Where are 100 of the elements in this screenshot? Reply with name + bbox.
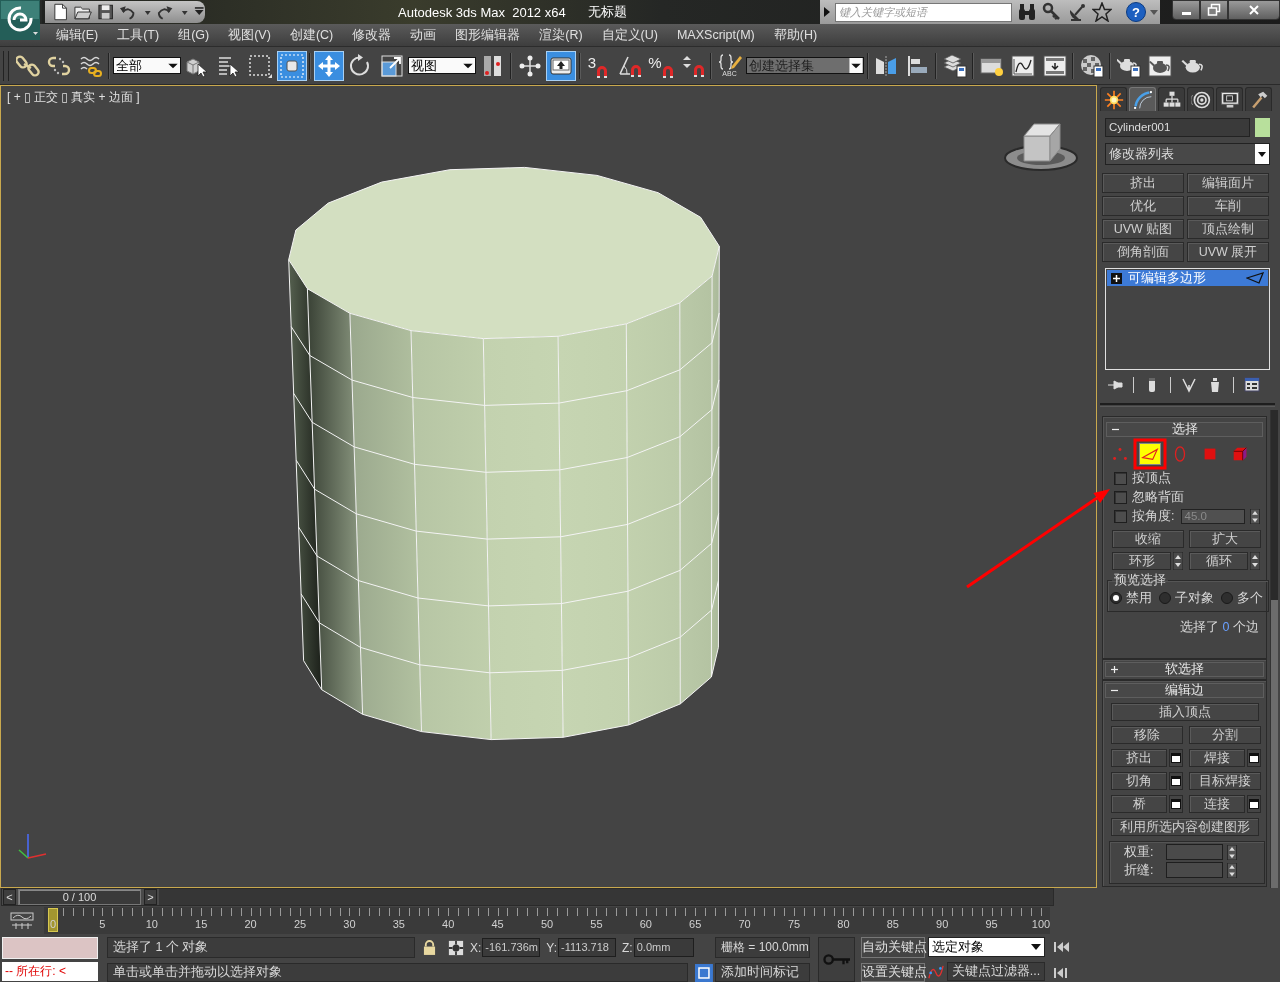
- expand-arrow-icon[interactable]: [824, 7, 830, 17]
- command-panel-tab[interactable]: [1216, 87, 1243, 111]
- settings-button[interactable]: [1247, 749, 1261, 767]
- menu-item[interactable]: 工具(T): [107, 26, 169, 44]
- plus-box-icon[interactable]: [1111, 272, 1122, 284]
- menu-item[interactable]: 图形编辑器: [445, 26, 530, 44]
- window-grid-icon[interactable]: [1244, 377, 1260, 393]
- modifier-button[interactable]: 挤出: [1102, 173, 1184, 193]
- listener-input-field[interactable]: [2, 937, 98, 959]
- checkbox-label[interactable]: 忽略背面: [1132, 489, 1184, 506]
- caret-icon[interactable]: [1150, 9, 1158, 15]
- modifier-button[interactable]: 编辑面片: [1187, 173, 1269, 193]
- padlock-icon[interactable]: [423, 940, 436, 955]
- input-field[interactable]: [1166, 862, 1223, 878]
- menu-item[interactable]: 编辑(E): [46, 26, 108, 44]
- rollout-header[interactable]: 编辑边: [1105, 683, 1264, 698]
- fork-icon[interactable]: [1181, 377, 1197, 393]
- viewport-label[interactable]: [ + ▯ 正交 ▯ 真实 + 边面 ]: [7, 89, 140, 106]
- spinner-arrows-icon[interactable]: [1227, 844, 1237, 860]
- key-mode-dropdown[interactable]: 选定对象: [928, 937, 1045, 957]
- object-color-swatch-icon[interactable]: [1255, 118, 1270, 137]
- menu-item[interactable]: 创建(C): [280, 26, 343, 44]
- settings-button[interactable]: [1169, 749, 1183, 767]
- subobject-level-button[interactable]: [1139, 443, 1161, 465]
- selection-filter-dropdown[interactable]: 全部: [112, 57, 181, 74]
- object-name-field[interactable]: Cylinder001: [1105, 118, 1250, 137]
- spinner-arrows-icon[interactable]: [1227, 862, 1237, 878]
- key-filters-button[interactable]: 关键点过滤器...: [947, 962, 1045, 981]
- modifier-stack-item[interactable]: 可编辑多边形: [1107, 270, 1268, 286]
- radio-button[interactable]: [1110, 592, 1122, 604]
- menu-item[interactable]: 帮助(H): [764, 26, 827, 44]
- time-slider-marker[interactable]: [48, 908, 58, 932]
- star-icon[interactable]: [1092, 2, 1112, 22]
- radio-label[interactable]: 子对象: [1175, 589, 1214, 607]
- checkbox[interactable]: [1114, 491, 1127, 504]
- modifier-list-dropdown[interactable]: 修改器列表: [1105, 143, 1270, 165]
- checkbox-label[interactable]: 按顶点: [1132, 470, 1171, 487]
- command-button[interactable]: 分割: [1189, 726, 1261, 744]
- modifier-button[interactable]: UVW 贴图: [1102, 219, 1184, 239]
- curve-ruler-icon[interactable]: [10, 911, 34, 930]
- menu-item[interactable]: 渲染(R): [529, 26, 593, 44]
- app-logo-icon[interactable]: [0, 0, 40, 40]
- settings-button[interactable]: [1169, 795, 1183, 813]
- checkbox[interactable]: [1114, 472, 1127, 485]
- menu-item[interactable]: 组(G): [168, 26, 219, 44]
- radio-label[interactable]: 多个: [1237, 589, 1263, 607]
- modifier-button[interactable]: 优化: [1102, 196, 1184, 216]
- settings-button[interactable]: [1247, 795, 1261, 813]
- coordinate-field[interactable]: -1113.718: [558, 938, 617, 957]
- scrollbar-thumb[interactable]: [1271, 410, 1278, 600]
- command-button[interactable]: 目标焊接: [1189, 772, 1261, 790]
- listener-output[interactable]: -- 所在行: <: [2, 962, 98, 981]
- square-frame-icon[interactable]: [695, 963, 713, 982]
- command-button[interactable]: 桥: [1111, 795, 1167, 813]
- menu-item[interactable]: 修改器: [342, 26, 401, 44]
- command-button[interactable]: 环形: [1112, 552, 1171, 570]
- menu-item[interactable]: 视图(V): [218, 26, 281, 44]
- coordinate-field[interactable]: -161.736m: [482, 938, 541, 957]
- menu-item[interactable]: 自定义(U): [592, 26, 668, 44]
- search-field[interactable]: 键入关键字或短语: [835, 2, 1012, 22]
- help-button[interactable]: ?: [1126, 2, 1146, 22]
- spinner-arrows-icon[interactable]: [1250, 552, 1260, 570]
- modifier-button[interactable]: UVW 展开: [1187, 242, 1269, 262]
- percent-snap-button[interactable]: %: [646, 50, 676, 81]
- command-button[interactable]: 循环: [1189, 552, 1248, 570]
- pin-icon[interactable]: [1107, 377, 1123, 393]
- command-panel-tab[interactable]: [1187, 87, 1214, 111]
- auto-key-button[interactable]: 自动关键点: [861, 937, 925, 958]
- command-panel-tab[interactable]: [1100, 87, 1127, 111]
- crosshair-square-icon[interactable]: [448, 939, 464, 956]
- set-key-button[interactable]: 设置关键点: [861, 963, 925, 982]
- command-button[interactable]: 插入顶点: [1111, 703, 1259, 721]
- command-button[interactable]: 扩大: [1189, 530, 1261, 548]
- shortcut-override-button[interactable]: [546, 50, 576, 81]
- modifier-button[interactable]: 车削: [1187, 196, 1269, 216]
- command-button[interactable]: 连接: [1189, 795, 1245, 813]
- spinner-arrows-icon[interactable]: [1250, 509, 1261, 524]
- close-button[interactable]: [1228, 0, 1280, 20]
- menu-item[interactable]: MAXScript(M): [667, 28, 765, 42]
- skip-to-start-icon[interactable]: [1053, 941, 1070, 953]
- binoculars-icon[interactable]: [1017, 2, 1037, 22]
- coordinate-field[interactable]: 0.0mm: [633, 938, 694, 957]
- command-button[interactable]: 移除: [1111, 726, 1183, 744]
- next-frame-button[interactable]: >: [144, 889, 157, 905]
- command-button[interactable]: 切角: [1111, 772, 1167, 790]
- modifier-button[interactable]: 顶点绘制: [1187, 219, 1269, 239]
- radio-button[interactable]: [1159, 592, 1171, 604]
- command-button[interactable]: 收缩: [1112, 530, 1184, 548]
- timeline-ruler[interactable]: 0 5 10 15 20 25 30 35 40 45 50 55 60 65 70 75 80 85 90 95 100: [44, 907, 1050, 934]
- previous-frame-icon[interactable]: [1053, 967, 1070, 979]
- rollout-header[interactable]: 选择: [1106, 422, 1263, 437]
- settings-button[interactable]: [1169, 772, 1183, 790]
- satellite-dish-icon[interactable]: [1067, 2, 1087, 22]
- command-panel-tab[interactable]: [1158, 87, 1185, 111]
- restore-button[interactable]: [1200, 0, 1228, 20]
- previous-frame-button[interactable]: <: [3, 889, 16, 905]
- window-crossing-button[interactable]: [276, 50, 307, 81]
- key-icon[interactable]: [1042, 2, 1062, 22]
- modifier-button[interactable]: 倒角剖面: [1102, 242, 1184, 262]
- time-slider[interactable]: < 0 / 100 >: [2, 889, 159, 905]
